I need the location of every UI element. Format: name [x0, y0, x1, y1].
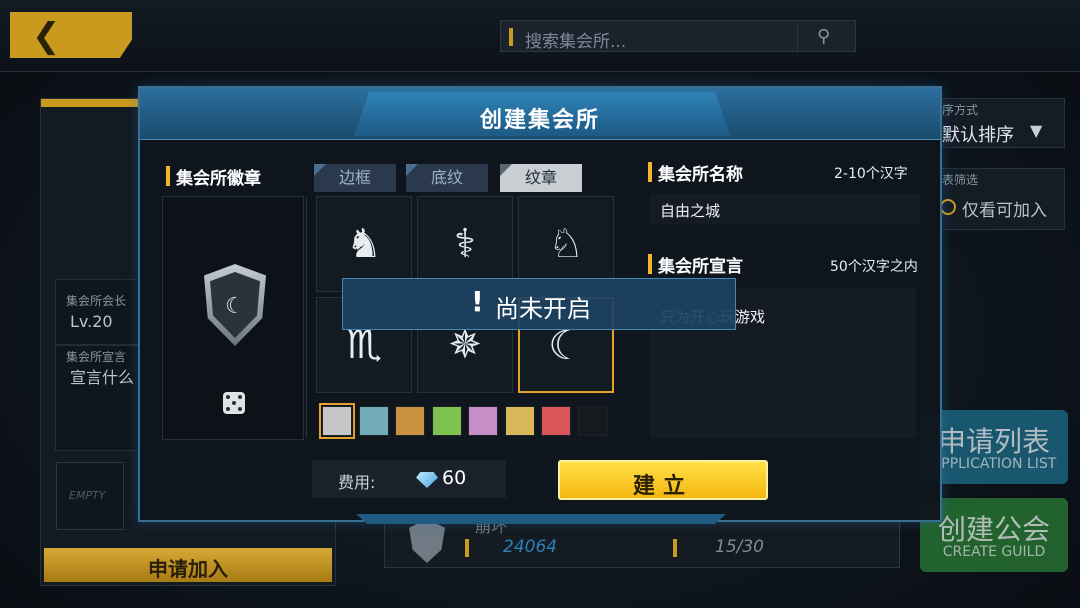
crest-preview-icon: ☾: [225, 294, 245, 319]
color-swatch[interactable]: [541, 406, 571, 436]
tab-notch: [314, 164, 326, 176]
search-input[interactable]: 搜索集会所... ⚲: [500, 20, 856, 52]
color-swatch[interactable]: [431, 406, 462, 436]
declaration-value: 宣言什么: [70, 368, 135, 387]
guild-emblem: [409, 519, 445, 563]
tab-notch: [406, 164, 418, 176]
dice-icon[interactable]: [223, 392, 245, 414]
guild-members: 15/30: [715, 537, 764, 557]
guild-name-value: 自由之城: [660, 202, 721, 220]
apply-join-label: 申请加入: [148, 557, 228, 581]
guild-name-field[interactable]: 自由之城: [650, 194, 920, 224]
search-icon[interactable]: ⚲: [817, 26, 830, 47]
empty-slot-label: EMPTY: [69, 489, 106, 502]
filter-box: 表筛选 仅看可加入: [935, 168, 1065, 230]
create-guild-label: 创建公会: [937, 513, 1050, 546]
joinable-radio[interactable]: [940, 199, 956, 215]
power-accent: [465, 539, 469, 557]
name-section-label: 集会所名称: [658, 165, 743, 185]
create-button[interactable]: 建立: [558, 460, 768, 500]
fee-label: 费用:: [338, 473, 376, 492]
color-swatch[interactable]: [504, 406, 535, 436]
color-swatch[interactable]: [468, 406, 498, 436]
tab-pattern[interactable]: 底纹: [406, 164, 488, 192]
search-divider: [797, 23, 798, 51]
sort-dropdown[interactable]: 序方式 默认排序 ▼: [935, 98, 1065, 148]
sort-label: 序方式: [942, 103, 979, 117]
create-button-label: 建立: [632, 474, 693, 499]
fee-box: 费用: 60: [312, 460, 506, 498]
preview-divider: [306, 198, 307, 438]
dialog-title: 创建集会所: [479, 108, 600, 133]
horse-crest-icon: ♞: [346, 221, 382, 267]
tab-border[interactable]: 边框: [314, 164, 396, 192]
apply-join-button[interactable]: 申请加入: [44, 548, 332, 582]
tab-border-label: 边框: [338, 168, 371, 187]
declaration-label: 集会所宣言: [66, 350, 127, 364]
sort-value: 默认排序: [942, 125, 1014, 146]
top-bar: ❮ 搜索集会所... ⚲: [0, 0, 1080, 72]
chevron-left-icon: ❮: [32, 16, 61, 56]
joinable-label: 仅看可加入: [962, 201, 1047, 221]
leader-label: 集会所会长: [66, 294, 127, 308]
emblem-section-accent: [166, 166, 170, 186]
color-swatch[interactable]: [358, 406, 389, 436]
not-available-toast: ! 尚未开启: [342, 278, 736, 330]
search-placeholder: 搜索集会所...: [525, 32, 627, 52]
application-list-sublabel: APPLICATION LIST: [931, 456, 1057, 472]
declaration-hint: 50个汉字之内: [830, 259, 918, 275]
chevron-down-icon: ▼: [1030, 121, 1043, 140]
create-guild-sublabel: CREATE GUILD: [942, 544, 1046, 560]
serpent-crest-icon: ⚕: [454, 221, 476, 267]
tab-notch: [500, 164, 512, 176]
declaration-section-label: 集会所宣言: [658, 257, 743, 277]
guild-power: 24064: [503, 537, 558, 557]
dialog-bottom-decoration: [356, 514, 726, 524]
application-list-button[interactable]: 申请列表 APPLICATION LIST: [920, 410, 1068, 484]
name-hint: 2-10个汉字: [834, 166, 908, 182]
back-button[interactable]: ❮: [10, 12, 132, 58]
empty-slot[interactable]: EMPTY: [56, 462, 124, 530]
gem-icon: [416, 472, 438, 488]
filter-label: 表筛选: [942, 173, 979, 187]
tab-crest[interactable]: 纹章: [500, 164, 582, 192]
tab-crest-label: 纹章: [524, 168, 557, 187]
emblem-section-label: 集会所徽章: [176, 169, 261, 189]
unicorn-crest-icon: ♘: [548, 221, 584, 267]
color-swatch[interactable]: [577, 406, 608, 436]
leader-value: Lv.20: [70, 312, 113, 331]
application-list-label: 申请列表: [937, 425, 1050, 458]
members-accent: [673, 539, 677, 557]
tab-pattern-label: 底纹: [430, 168, 463, 187]
exclamation-icon: !: [471, 285, 484, 318]
color-swatch[interactable]: [395, 406, 425, 436]
create-guild-button[interactable]: 创建公会 CREATE GUILD: [920, 498, 1068, 572]
toast-message: 尚未开启: [495, 295, 591, 323]
search-accent: [509, 28, 513, 46]
fee-value: 60: [442, 467, 467, 489]
dialog-header: 创建集会所: [140, 88, 940, 140]
declaration-section-accent: [648, 254, 652, 274]
name-section-accent: [648, 162, 652, 182]
color-swatch[interactable]: [319, 403, 355, 439]
